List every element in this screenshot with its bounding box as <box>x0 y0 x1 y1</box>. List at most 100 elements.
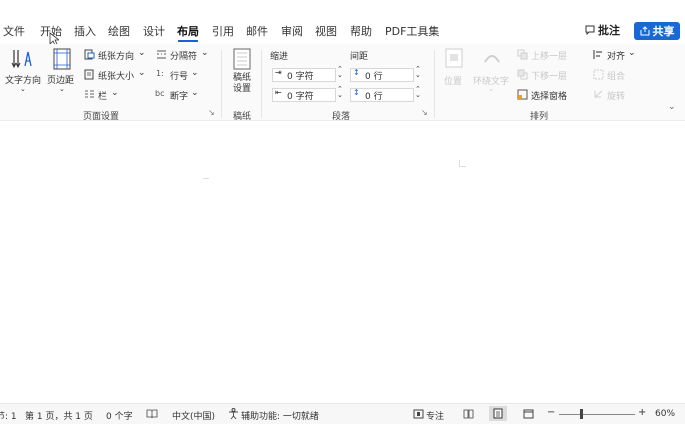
columns-label: 栏 <box>98 92 108 102</box>
bring-forward-label: 上移一层 <box>531 52 568 62</box>
margins-icon <box>53 48 71 70</box>
bring-forward-icon <box>517 49 528 60</box>
indent-left-icon: ⇥ <box>275 68 282 77</box>
indent-left-value: 0 字符 <box>287 71 314 82</box>
web-layout-icon[interactable] <box>523 409 534 419</box>
send-backward-label: 下移一层 <box>531 72 568 82</box>
spacing-before-value: 0 行 <box>365 71 383 82</box>
menu-mailings[interactable]: 邮件 <box>246 23 268 39</box>
zoom-in-button[interactable]: + <box>638 407 646 418</box>
comment-label: 批注 <box>598 24 620 37</box>
orientation-label: 纸张方向 <box>98 52 135 62</box>
menu-bar: 文件 开始 插入 绘图 设计 布局 引用 邮件 审阅 视图 帮助 PDF工具集 <box>0 18 685 44</box>
group-label: 组合 <box>607 72 626 82</box>
menu-design[interactable]: 设计 <box>143 23 165 39</box>
chevron-down-icon: ⌄ <box>20 85 26 93</box>
draft-group-label: 稿纸 <box>233 112 252 122</box>
chevron-down-icon: ⌄ <box>111 88 119 98</box>
language-indicator[interactable]: 中文(中国) <box>172 409 215 422</box>
status-bar: 节: 1 第 1 页，共 1 页 0 个字 中文(中国) 辅助功能: 一切就绪 … <box>0 403 685 424</box>
page-size-icon <box>84 69 94 80</box>
chevron-down-icon: ⌄ <box>138 68 146 78</box>
indent-title: 缩进 <box>270 52 289 62</box>
page-setup-group-label: 页面设置 <box>83 112 120 122</box>
comment-button[interactable]: 批注 <box>585 22 620 38</box>
zoom-slider-thumb[interactable] <box>580 409 583 419</box>
orientation-icon <box>84 49 95 60</box>
wrap-text-icon <box>484 55 500 63</box>
spinner-arrows-icon[interactable]: ⌃ ⌄ <box>415 66 421 79</box>
zoom-level[interactable]: 60% <box>655 409 675 419</box>
menu-review[interactable]: 审阅 <box>281 23 303 39</box>
chevron-down-icon: ⌄ <box>488 85 494 93</box>
dialog-launcher-icon[interactable]: ↘ <box>208 108 215 117</box>
menu-help[interactable]: 帮助 <box>350 23 372 39</box>
share-icon <box>640 26 649 36</box>
collapse-ribbon-icon[interactable]: ⌄ <box>668 102 676 112</box>
chevron-down-icon: ⌄ <box>628 48 636 58</box>
read-mode-icon[interactable] <box>463 409 474 419</box>
breaks-icon <box>157 50 166 59</box>
group-separator <box>261 50 262 118</box>
position-label: 位置 <box>444 77 463 87</box>
selection-pane-label: 选择窗格 <box>531 92 568 102</box>
word-count[interactable]: 0 个字 <box>106 409 133 422</box>
line-numbers-icon: 1: <box>156 69 164 78</box>
zoom-out-button[interactable]: − <box>547 407 555 418</box>
spacing-after-icon: ↕ <box>353 88 360 97</box>
margin-corner-mark <box>203 172 209 179</box>
spinner-arrows-icon[interactable]: ⌃ ⌄ <box>415 86 421 99</box>
menu-view[interactable]: 视图 <box>315 23 337 39</box>
menu-pdf-tools[interactable]: PDF工具集 <box>385 23 439 39</box>
focus-icon <box>413 409 424 419</box>
spinner-arrows-icon[interactable]: ⌃ ⌄ <box>337 66 343 79</box>
zoom-slider[interactable] <box>559 414 635 415</box>
focus-button[interactable]: 专注 <box>426 409 444 422</box>
dialog-launcher-icon[interactable]: ↘ <box>421 108 428 117</box>
send-backward-icon <box>517 69 528 80</box>
spacing-before-icon: ↕ <box>353 68 360 77</box>
hyphenation-label: 断字 <box>170 92 189 102</box>
menu-file[interactable]: 文件 <box>3 23 25 39</box>
indent-right-icon: ⇤ <box>275 88 282 97</box>
spacing-title: 间距 <box>350 52 369 62</box>
chevron-down-icon: ⌄ <box>191 68 199 78</box>
menu-draw[interactable]: 绘图 <box>108 23 130 39</box>
chevron-down-icon: ⌄ <box>191 88 199 98</box>
draft-paper-icon <box>233 48 251 70</box>
arrange-group-label: 排列 <box>530 112 549 122</box>
comment-icon <box>585 25 595 35</box>
active-tab-indicator <box>178 40 198 42</box>
group-icon <box>593 69 604 80</box>
size-label: 纸张大小 <box>98 72 135 82</box>
hyphenation-icon: bc <box>155 89 165 98</box>
text-direction-icon <box>11 50 32 69</box>
indent-right-value: 0 字符 <box>287 91 314 102</box>
menu-layout[interactable]: 布局 <box>177 23 199 39</box>
accessibility-status[interactable]: 辅助功能: 一切就绪 <box>241 409 319 422</box>
spinner-arrows-icon[interactable]: ⌃ ⌄ <box>337 86 343 99</box>
accessibility-icon <box>229 408 238 420</box>
page-indicator[interactable]: 第 1 页，共 1 页 <box>25 409 93 422</box>
spacing-after-value: 0 行 <box>365 91 383 102</box>
chevron-down-icon: ⌄ <box>138 48 146 58</box>
proofing-book-icon[interactable] <box>146 409 158 419</box>
group-separator <box>434 50 435 118</box>
columns-icon <box>85 90 94 98</box>
align-icon <box>593 50 602 59</box>
rotate-label: 旋转 <box>607 92 626 102</box>
print-layout-icon <box>493 408 503 419</box>
align-label: 对齐 <box>607 52 626 62</box>
menu-insert[interactable]: 插入 <box>74 23 96 39</box>
group-separator <box>221 50 222 118</box>
print-layout-button[interactable] <box>489 406 507 421</box>
selection-pane-icon <box>517 89 528 100</box>
share-button[interactable]: 共享 <box>634 22 680 40</box>
section-indicator[interactable]: 节: 1 <box>0 409 17 422</box>
rotate-icon <box>594 90 603 98</box>
line-numbers-label: 行号 <box>170 72 189 82</box>
breaks-label: 分隔符 <box>170 52 198 62</box>
share-label: 共享 <box>652 25 675 38</box>
menu-references[interactable]: 引用 <box>212 23 234 39</box>
chevron-down-icon: ⌄ <box>59 85 65 93</box>
